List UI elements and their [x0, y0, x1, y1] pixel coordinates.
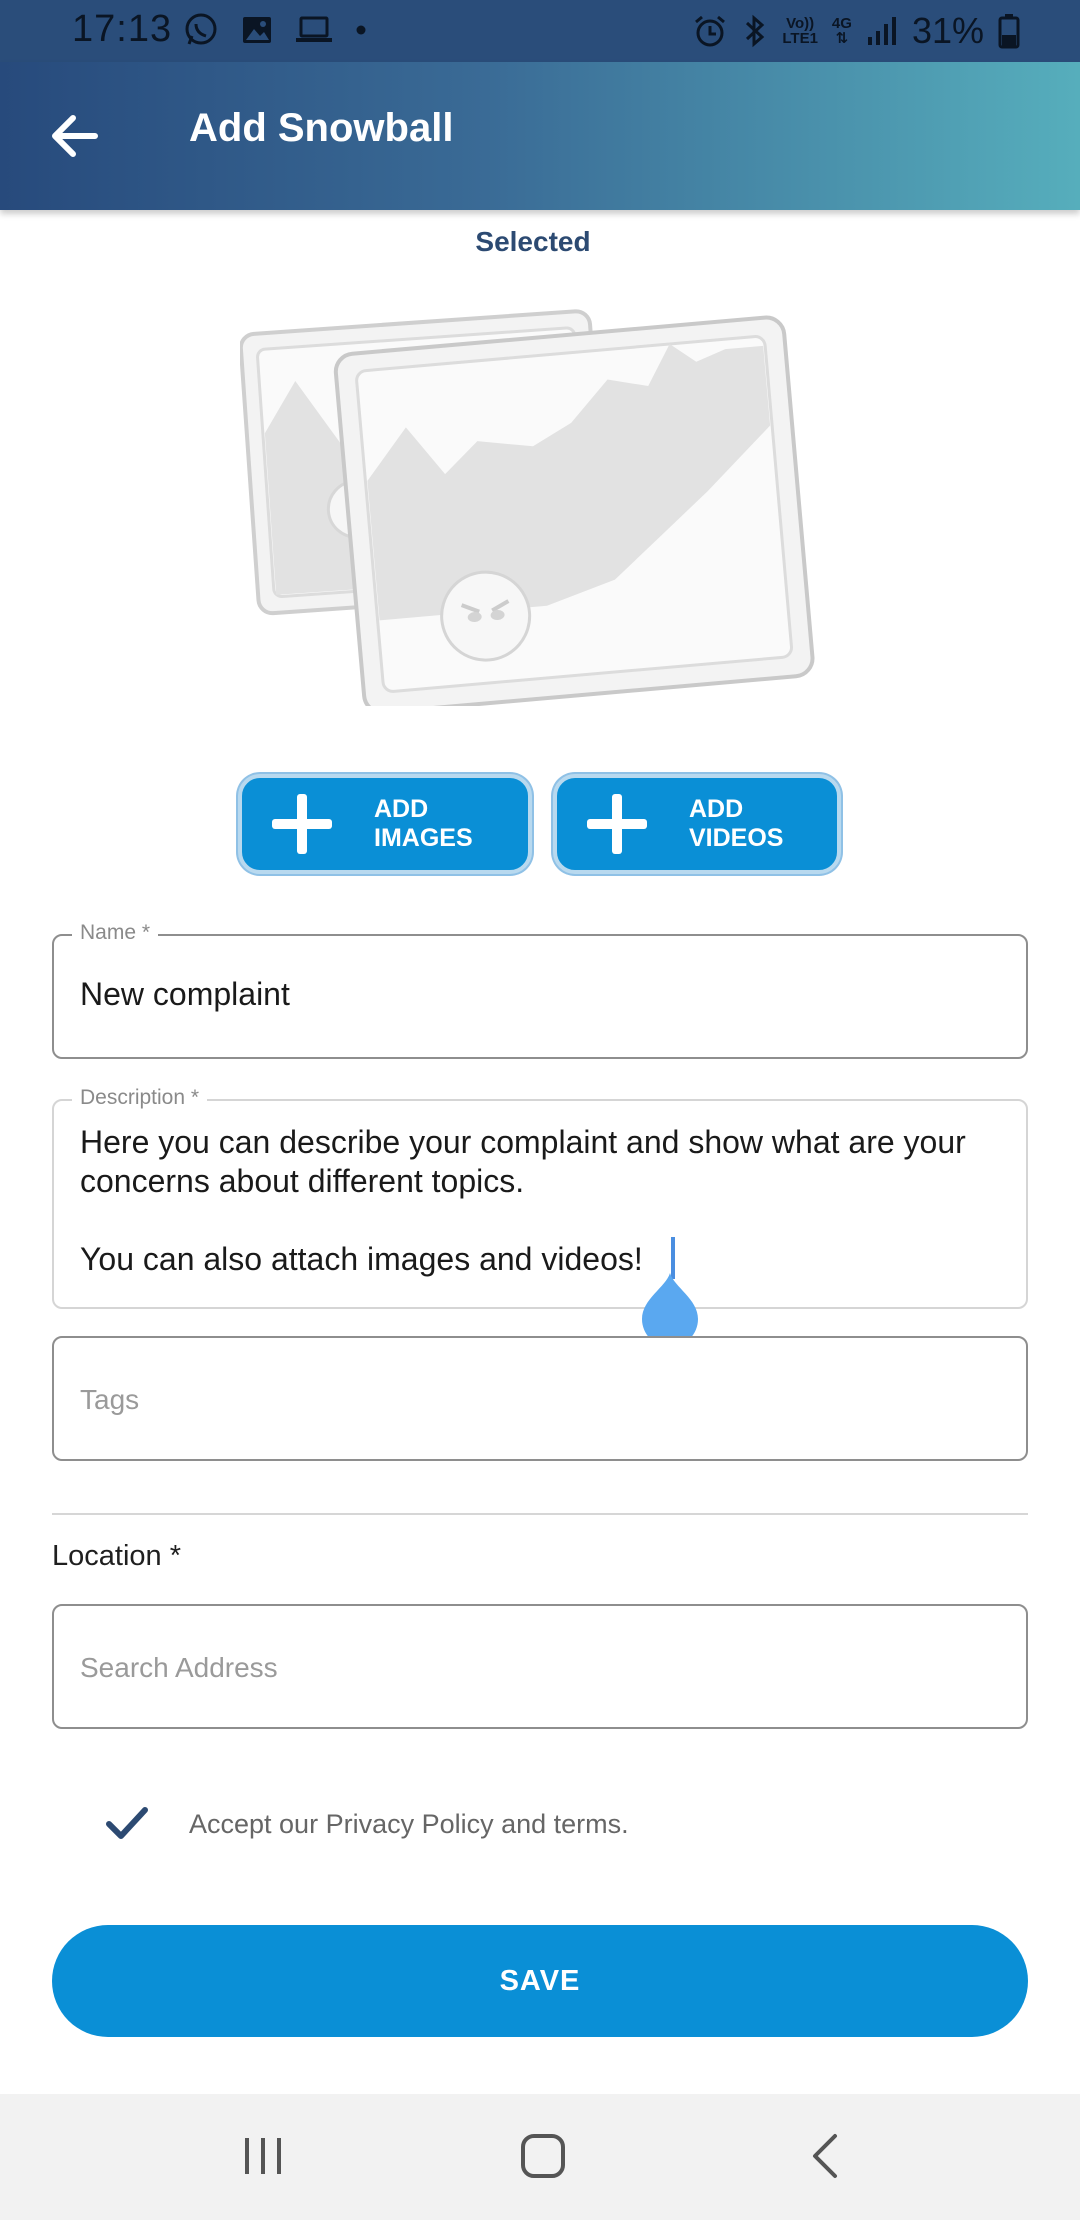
home-icon: [521, 2134, 565, 2178]
text-cursor-handle[interactable]: [640, 1237, 700, 1351]
search-address-placeholder: Search Address: [80, 1652, 278, 1683]
description-field[interactable]: Description * Here you can describe your…: [52, 1086, 1028, 1309]
tags-field[interactable]: Tags: [52, 1336, 1028, 1461]
add-videos-button[interactable]: ADD VIDEOS: [553, 774, 841, 874]
privacy-policy-text: Accept our Privacy Policy and terms.: [189, 1808, 629, 1839]
recent-apps-button[interactable]: [228, 2124, 298, 2188]
battery-percent: 31%: [911, 10, 984, 51]
volte-icon: Vo)) LTE1: [782, 16, 818, 46]
status-bar: 17:13 Vo)) LTE1 4G ⇅ 31%: [0, 0, 1080, 62]
status-right-icons: Vo)) LTE1 4G ⇅ 31%: [692, 10, 1020, 52]
status-left-icons: [183, 12, 367, 48]
selected-label: Selected: [475, 226, 591, 257]
dot-icon: [356, 25, 366, 35]
add-snowball-screen: 17:13 Vo)) LTE1 4G ⇅ 31% Add Snowball Se…: [0, 0, 1080, 2220]
battery-icon: [998, 14, 1020, 49]
home-button[interactable]: [508, 2124, 578, 2188]
signal-icon: [867, 17, 896, 45]
checkmark-icon[interactable]: [105, 1802, 149, 1846]
laptop-icon: [296, 16, 332, 42]
name-field-value: New complaint: [80, 976, 290, 1012]
add-images-button[interactable]: ADD IMAGES: [238, 774, 532, 874]
name-field[interactable]: Name * New complaint: [52, 921, 1028, 1059]
whatsapp-icon: [185, 13, 217, 45]
arrows-icon: ⇅: [835, 30, 849, 47]
description-field-value: Here you can describe your complaint and…: [80, 1124, 966, 1277]
network-type: 4G: [831, 15, 852, 32]
plus-icon: [587, 794, 647, 854]
system-nav-bar: [0, 2094, 1080, 2220]
alarm-icon: [695, 15, 726, 47]
privacy-policy-row[interactable]: Accept our Privacy Policy and terms.: [105, 1802, 629, 1846]
volte-line2: LTE1: [782, 30, 818, 47]
page-title: Add Snowball: [189, 106, 454, 150]
plus-icon: [272, 794, 332, 854]
volte-line1: Vo)): [786, 15, 815, 32]
description-field-label: Description *: [72, 1086, 208, 1110]
app-bar: Add Snowball: [0, 62, 1080, 210]
save-button[interactable]: SAVE: [52, 1925, 1028, 2037]
back-icon: [813, 2134, 837, 2178]
name-field-label: Name *: [72, 921, 159, 945]
media-placeholder-image: [240, 309, 815, 706]
gallery-icon: [243, 17, 271, 43]
add-images-label: ADD IMAGES: [374, 795, 473, 852]
tags-placeholder: Tags: [80, 1384, 140, 1415]
nav-back-button[interactable]: [790, 2124, 860, 2188]
bluetooth-icon: [746, 14, 765, 48]
recent-apps-icon: [245, 2138, 281, 2174]
location-label: Location *: [52, 1540, 181, 1572]
arrow-left-icon: [52, 115, 98, 157]
section-divider: [52, 1513, 1028, 1515]
back-button[interactable]: [36, 104, 112, 168]
add-videos-label: ADD VIDEOS: [689, 795, 784, 852]
status-time: 17:13: [72, 8, 173, 50]
4g-icon: 4G ⇅: [832, 16, 852, 46]
search-address-field[interactable]: Search Address: [52, 1604, 1028, 1729]
